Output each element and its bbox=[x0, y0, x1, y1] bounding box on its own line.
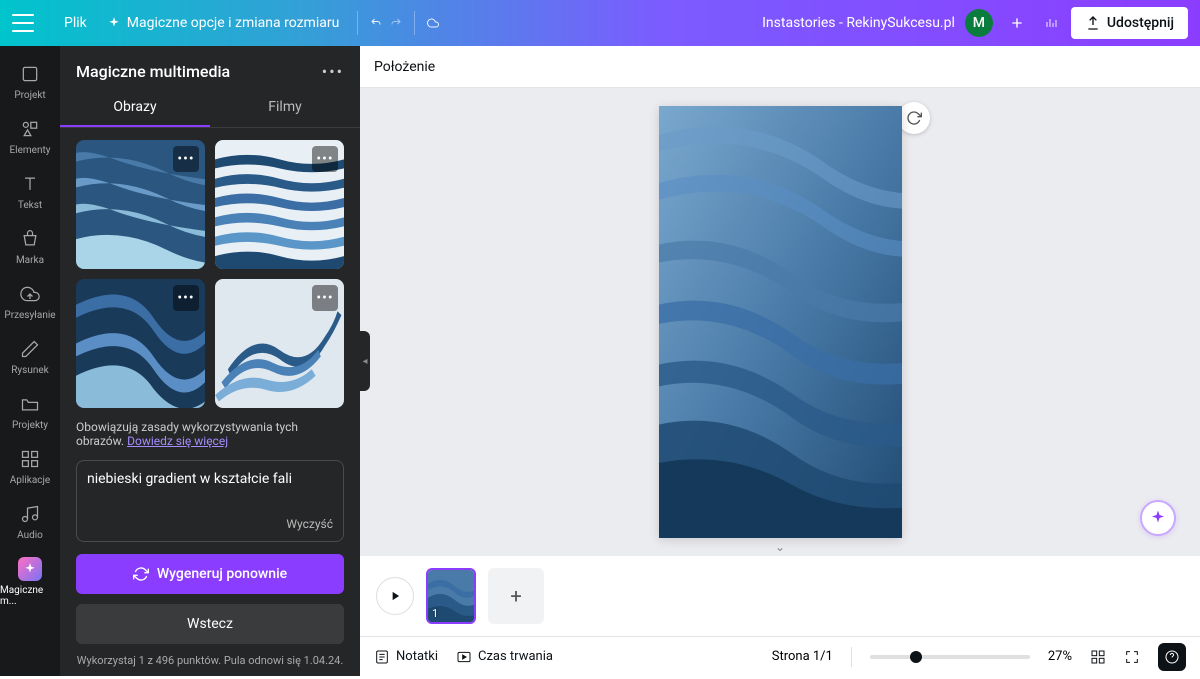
play-button[interactable] bbox=[376, 577, 414, 615]
add-collaborator-button[interactable] bbox=[1003, 9, 1031, 37]
image-options-button[interactable]: ••• bbox=[173, 146, 199, 172]
undo-button[interactable] bbox=[366, 13, 386, 33]
analytics-icon[interactable] bbox=[1041, 13, 1061, 33]
fullscreen-button[interactable] bbox=[1124, 649, 1140, 665]
refresh-icon bbox=[133, 566, 149, 582]
position-button[interactable]: Położenie bbox=[374, 59, 435, 75]
notes-icon bbox=[374, 649, 390, 665]
upload-icon bbox=[1085, 15, 1101, 31]
back-button[interactable]: Wstecz bbox=[76, 604, 344, 644]
clock-icon bbox=[456, 649, 472, 665]
file-menu[interactable]: Plik bbox=[54, 9, 97, 37]
magic-resize-menu[interactable]: Magiczne opcje i zmiana rozmiaru bbox=[97, 9, 350, 37]
divider bbox=[357, 11, 358, 35]
rail-item-design[interactable]: Projekt bbox=[0, 54, 60, 109]
prompt-textarea-container: Wyczyść bbox=[76, 460, 344, 542]
rail-item-brand[interactable]: Marka bbox=[0, 219, 60, 274]
page-canvas[interactable] bbox=[659, 106, 902, 538]
expand-pages-button[interactable]: ⌄ bbox=[775, 540, 785, 554]
avatar[interactable]: M bbox=[965, 9, 993, 37]
tab-videos[interactable]: Filmy bbox=[210, 89, 360, 127]
topbar: Plik Magiczne opcje i zmiana rozmiaru In… bbox=[0, 0, 1200, 46]
context-toolbar: Położenie bbox=[360, 46, 1200, 88]
generated-image-1[interactable]: ••• bbox=[76, 140, 205, 269]
rail-item-apps[interactable]: Aplikacje bbox=[0, 439, 60, 494]
zoom-slider[interactable] bbox=[870, 655, 1030, 659]
share-button[interactable]: Udostępnij bbox=[1071, 7, 1188, 39]
generated-image-3[interactable]: ••• bbox=[76, 279, 205, 408]
image-options-button[interactable]: ••• bbox=[312, 146, 338, 172]
refresh-canvas-button[interactable] bbox=[898, 102, 930, 134]
tab-images[interactable]: Obrazy bbox=[60, 89, 210, 127]
canvas-area: Położenie bbox=[360, 46, 1200, 676]
generate-button[interactable]: Wygeneruj ponownie bbox=[76, 554, 344, 594]
rail-item-audio[interactable]: Audio bbox=[0, 494, 60, 549]
duration-button[interactable]: Czas trwania bbox=[456, 649, 553, 665]
zoom-slider-thumb[interactable] bbox=[910, 651, 922, 663]
stage[interactable]: ⌄ bbox=[360, 88, 1200, 556]
main-area: Projekt Elementy Tekst Marka Przesyłanie… bbox=[0, 46, 1200, 676]
rail-item-projects[interactable]: Projekty bbox=[0, 384, 60, 439]
image-options-button[interactable]: ••• bbox=[173, 285, 199, 311]
sparkle-icon bbox=[107, 16, 121, 30]
page-thumbnail-1[interactable]: 1 bbox=[426, 568, 476, 624]
divider bbox=[414, 11, 415, 35]
page-number: 1 bbox=[432, 607, 438, 620]
panel-more-button[interactable]: ••• bbox=[322, 62, 344, 81]
notes-button[interactable]: Notatki bbox=[374, 649, 438, 665]
usage-caption: Obowiązują zasady wykorzystywania tych o… bbox=[60, 420, 360, 448]
side-panel: Magiczne multimedia ••• Obrazy Filmy ••• bbox=[60, 46, 360, 676]
rail-item-magic-media[interactable]: Magiczne m... bbox=[0, 549, 60, 615]
footer: Notatki Czas trwania Strona 1/1 27% bbox=[360, 636, 1200, 676]
left-rail: Projekt Elementy Tekst Marka Przesyłanie… bbox=[0, 46, 60, 676]
menu-icon[interactable] bbox=[12, 14, 34, 32]
pages-strip: 1 + bbox=[360, 556, 1200, 636]
panel-title: Magiczne multimedia bbox=[76, 62, 230, 81]
redo-button[interactable] bbox=[386, 13, 406, 33]
rail-item-elements[interactable]: Elementy bbox=[0, 109, 60, 164]
project-name[interactable]: Instastories - RekinySukcesu.pl bbox=[762, 15, 955, 31]
zoom-label: 27% bbox=[1048, 649, 1072, 664]
prompt-input[interactable] bbox=[87, 471, 333, 513]
learn-more-link[interactable]: Dowiedz się więcej bbox=[127, 434, 228, 448]
clear-prompt-button[interactable]: Wyczyść bbox=[87, 517, 333, 531]
generated-image-2[interactable]: ••• bbox=[215, 140, 344, 269]
cloud-sync-icon[interactable] bbox=[423, 13, 443, 33]
generated-image-4[interactable]: ••• bbox=[215, 279, 344, 408]
help-button[interactable] bbox=[1158, 643, 1186, 671]
image-options-button[interactable]: ••• bbox=[312, 285, 338, 311]
rail-item-draw[interactable]: Rysunek bbox=[0, 329, 60, 384]
page-counter: Strona 1/1 bbox=[772, 649, 833, 664]
grid-view-button[interactable] bbox=[1090, 649, 1106, 665]
credits-text: Wykorzystaj 1 z 496 punktów. Pula odnowi… bbox=[60, 644, 360, 679]
rail-item-text[interactable]: Tekst bbox=[0, 164, 60, 219]
add-page-button[interactable]: + bbox=[488, 568, 544, 624]
ai-assistant-button[interactable] bbox=[1140, 500, 1176, 536]
rail-item-uploads[interactable]: Przesyłanie bbox=[0, 274, 60, 329]
